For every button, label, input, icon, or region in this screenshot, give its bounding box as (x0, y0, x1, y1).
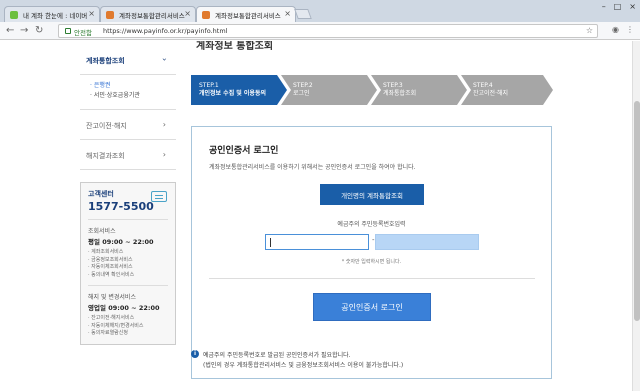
payinfo-favicon-icon (202, 11, 210, 19)
toolbar-right: ◉ ⋮ (612, 25, 634, 34)
naver-favicon-icon (10, 11, 18, 19)
chevron-right-icon: › (162, 150, 166, 159)
service-section-title: 해지 및 변경서비스 (88, 294, 136, 301)
close-icon[interactable]: × (184, 9, 191, 18)
submenu-item-bank[interactable]: · 은행권 (90, 81, 176, 91)
address-bar[interactable]: 안전함 https://www.payinfo.or.kr/payinfo.ht… (58, 24, 598, 38)
reload-icon[interactable]: ↻ (35, 24, 43, 38)
extension-icon[interactable]: ◉ (612, 25, 619, 34)
close-icon[interactable]: × (88, 9, 95, 18)
sidebar: 계좌통합조회 › · 은행권 · 서민·상호금융기관 잔고이전·해지 › 해지결… (80, 47, 176, 345)
sidebar-submenu: · 은행권 · 서민·상호금융기관 (80, 75, 176, 110)
list-item: · 금융정보조회서비스 (88, 256, 133, 263)
step-label: 잔고이전·해지 (473, 90, 509, 97)
scrollbar[interactable] (632, 41, 640, 391)
browser-tab-naver[interactable]: 내 계좌 한눈에 : 네이버 × (4, 6, 100, 22)
step-number: STEP.1 (199, 82, 219, 89)
sidebar-item-account-inquiry[interactable]: 계좌통합조회 › (80, 47, 176, 75)
url-text[interactable]: https://www.payinfo.or.kr/payinfo.html (103, 27, 227, 35)
service-section-title: 조회서비스 (88, 228, 116, 235)
divider (88, 285, 168, 286)
step-number: STEP.2 (293, 82, 313, 89)
list-item: · 자동이체해지/변경서비스 (88, 322, 144, 329)
back-arrow-icon[interactable]: ← (6, 24, 14, 38)
lock-icon (65, 28, 71, 34)
phone-card-icon (151, 191, 167, 202)
step-2: STEP.2 로그인 (281, 75, 377, 105)
tab-title: 계좌정보통합관리서비스 (215, 12, 281, 20)
browser-tab-payinfo-2[interactable]: 계좌정보통합관리서비스 × (196, 6, 296, 22)
info-icon: i (191, 350, 199, 358)
close-icon[interactable]: × (284, 9, 291, 18)
window-controls: – □ × (602, 2, 636, 11)
chevron-down-icon: › (159, 57, 169, 62)
rrn-label: 예금주의 주민등록번호입력 (337, 221, 406, 228)
service-hours: 영업일 09:00 ~ 22:00 (88, 304, 160, 312)
list-item: · 잔고이전·해지서비스 (88, 315, 135, 321)
menu-icon[interactable]: ⋮ (626, 25, 634, 34)
list-item: · 계좌조회서비스 (88, 249, 124, 255)
bookmark-star-icon[interactable]: ☆ (586, 26, 593, 35)
step-label: 개인정보 수집 및 이용동의 (199, 90, 266, 97)
step-1: STEP.1 개인정보 수집 및 이용동의 (191, 75, 287, 105)
divider (209, 278, 535, 279)
sidebar-item-label: 해지결과조회 (86, 152, 125, 160)
maximize-icon[interactable]: □ (614, 2, 622, 11)
page-title: 계좌정보 통합조회 (196, 41, 274, 52)
certificate-login-button[interactable]: 공인인증서 로그인 (313, 293, 431, 321)
tab-title: 계좌정보통합관리서비스 (119, 12, 185, 20)
submenu-item-mutual-finance[interactable]: · 서민·상호금융기관 (90, 91, 176, 101)
personal-account-inquiry-button[interactable]: 개인명의 계좌통합조회 (320, 184, 424, 205)
list-item: · 자동이체조회서비스 (88, 264, 133, 270)
step-number: STEP.4 (473, 82, 493, 89)
secure-label: 안전함 (74, 29, 92, 37)
chevron-right-icon: › (162, 120, 166, 129)
close-window-icon[interactable]: × (629, 2, 636, 11)
service-hours: 평일 09:00 ~ 22:00 (88, 238, 154, 246)
scrollbar-thumb[interactable] (634, 101, 640, 321)
login-description: 계좌정보통합관리서비스를 이용하기 위해서는 공인인증서 로그인을 하여야 합니… (209, 164, 416, 171)
step-text: STEP.1 개인정보 수집 및 이용동의 (199, 82, 266, 98)
step-text: STEP.4 잔고이전·해지 (473, 82, 508, 98)
service-list: · 잔고이전·해지서비스 · 자동이체해지/변경서비스 · 동의자료열람신청 (88, 315, 168, 338)
rrn-back-input[interactable] (375, 234, 479, 250)
notice-text: 예금주의 주민등록번호로 발급된 공인인증서가 필요합니다. (203, 352, 351, 359)
step-text: STEP.2 로그인 (293, 82, 313, 98)
step-number: STEP.3 (383, 82, 403, 89)
customer-center-box: 고객센터 1577-5500 조회서비스 평일 09:00 ~ 22:00 · … (80, 182, 176, 345)
forward-arrow-icon[interactable]: → (20, 24, 28, 38)
sidebar-item-label: 계좌통합조회 (86, 57, 125, 65)
login-title: 공인인증서 로그인 (209, 146, 279, 156)
sidebar-item-label: 잔고이전·해지 (86, 122, 127, 130)
notice-text: (법인의 경우 계좌통합관리서비스 및 금융정보조회서비스 이용이 불가능합니다… (203, 362, 404, 369)
new-tab-button[interactable] (294, 9, 312, 19)
step-3: STEP.3 계좌통합조회 (371, 75, 467, 105)
list-item: · 동의자료열람신청 (88, 330, 128, 336)
browser-tab-bar: 내 계좌 한눈에 : 네이버 × 계좌정보통합관리서비스 × 계좌정보통합관리서… (0, 0, 640, 22)
sidebar-item-cancel-result[interactable]: 해지결과조회 › (80, 140, 176, 170)
sidebar-item-transfer-cancel[interactable]: 잔고이전·해지 › (80, 110, 176, 140)
payinfo-favicon-icon (106, 11, 114, 19)
browser-tab-payinfo-1[interactable]: 계좌정보통합관리서비스 × (100, 6, 196, 22)
tab-title: 내 계좌 한눈에 : 네이버 (23, 12, 88, 20)
step-progress-bar: STEP.1 개인정보 수집 및 이용동의 STEP.2 로그인 STEP.3 … (191, 75, 553, 105)
step-text: STEP.3 계좌통합조회 (383, 82, 416, 98)
step-label: 로그인 (293, 90, 310, 97)
text-caret (270, 238, 271, 247)
certificate-login-panel: 공인인증서 로그인 계좌정보통합관리서비스를 이용하기 위해서는 공인인증서 로… (191, 126, 552, 379)
service-list: · 계좌조회서비스 · 금융정보조회서비스 · 자동이체조회서비스 · 동의내역… (88, 249, 168, 279)
minimize-icon[interactable]: – (602, 2, 606, 11)
list-item: · 동의내역 확인서비스 (88, 271, 135, 278)
page-content: 계좌정보 통합조회 계좌통합조회 › · 은행권 · 서민·상호금융기관 잔고이… (0, 41, 640, 391)
rrn-front-input[interactable] (265, 234, 369, 250)
browser-toolbar: ← → ↻ 안전함 https://www.payinfo.or.kr/payi… (0, 22, 640, 40)
step-label: 계좌통합조회 (383, 90, 417, 97)
rrn-hint: * 숫자만 입력하시면 됩니다. (341, 259, 402, 265)
step-4: STEP.4 잔고이전·해지 (461, 75, 553, 105)
divider (88, 219, 168, 220)
